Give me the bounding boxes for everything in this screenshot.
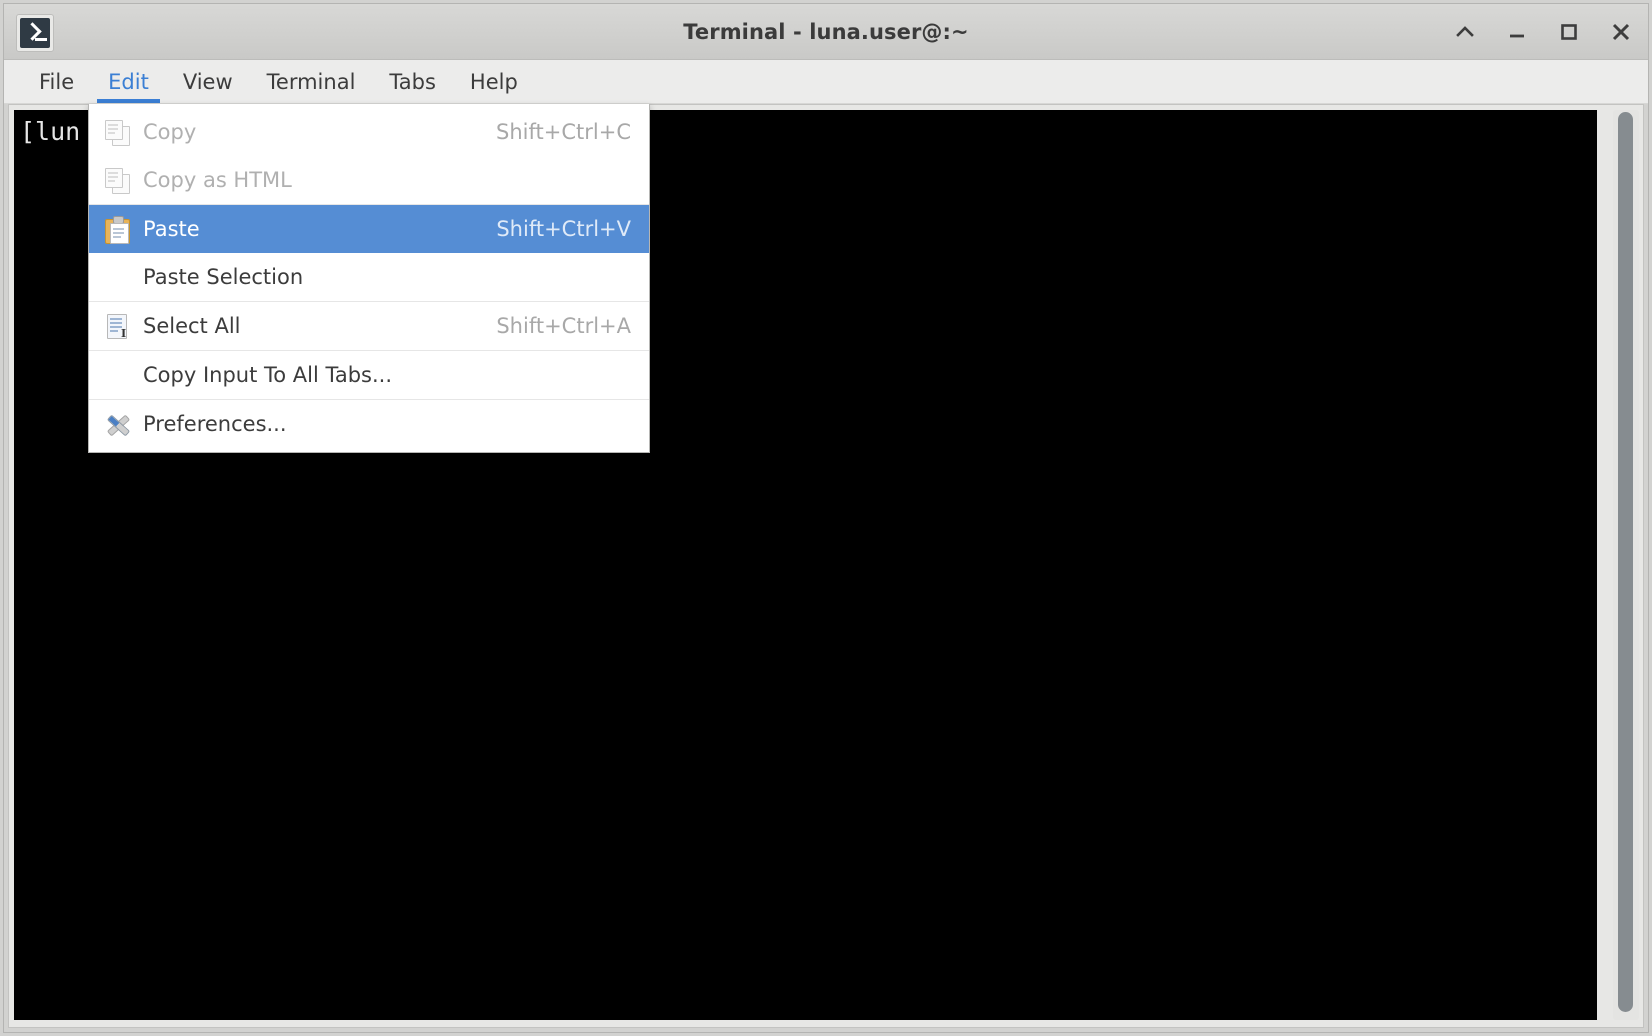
menu-item-label: Copy <box>143 120 197 144</box>
menu-item-copy-input-to-all-tabs[interactable]: Copy Input To All Tabs... <box>89 351 649 399</box>
menu-item-accelerator: Shift+Ctrl+A <box>496 314 631 338</box>
close-button[interactable] <box>1608 19 1634 45</box>
menu-item-paste-selection[interactable]: Paste Selection <box>89 253 649 301</box>
copy-icon <box>103 166 131 194</box>
menubar-item-help[interactable]: Help <box>453 60 535 103</box>
menu-item-accelerator: Shift+Ctrl+V <box>496 217 631 241</box>
menu-item-label: Paste Selection <box>143 265 304 289</box>
terminal-window: Terminal - luna.user@:~ File Edit View T… <box>0 0 1652 1036</box>
maximize-button[interactable] <box>1556 19 1582 45</box>
edit-dropdown-menu: Copy Shift+Ctrl+C Copy as HTML Paste Shi… <box>88 104 650 453</box>
paste-icon <box>103 215 131 244</box>
menu-item-label: Copy as HTML <box>143 168 292 192</box>
menu-bar: File Edit View Terminal Tabs Help <box>4 60 1648 104</box>
menubar-item-edit[interactable]: Edit <box>91 60 166 103</box>
terminal-output-line: [lun <box>20 117 81 146</box>
no-icon-placeholder <box>103 263 131 291</box>
menubar-item-terminal[interactable]: Terminal <box>250 60 373 103</box>
menu-item-label: Copy Input To All Tabs... <box>143 363 393 387</box>
menu-item-paste[interactable]: Paste Shift+Ctrl+V <box>89 205 649 253</box>
preferences-icon <box>103 410 131 438</box>
minimize-button[interactable] <box>1504 19 1530 45</box>
menu-item-label: Preferences... <box>143 412 287 436</box>
menu-item-accelerator: Shift+Ctrl+C <box>496 120 631 144</box>
menubar-item-file[interactable]: File <box>22 60 91 103</box>
window-controls <box>1452 4 1634 60</box>
menu-item-preferences[interactable]: Preferences... <box>89 400 649 448</box>
copy-icon <box>103 118 131 146</box>
shade-button[interactable] <box>1452 19 1478 45</box>
menubar-item-view[interactable]: View <box>166 60 250 103</box>
menu-item-select-all[interactable]: I Select All Shift+Ctrl+A <box>89 302 649 350</box>
menu-item-copy-as-html[interactable]: Copy as HTML <box>89 156 649 204</box>
title-bar[interactable]: Terminal - luna.user@:~ <box>4 4 1648 60</box>
window-title: Terminal - luna.user@:~ <box>683 20 969 44</box>
scrollbar-thumb[interactable] <box>1618 112 1633 1012</box>
menu-item-label: Paste <box>143 217 200 241</box>
no-icon-placeholder <box>103 361 131 389</box>
select-all-icon: I <box>103 312 131 340</box>
menu-item-label: Select All <box>143 314 241 338</box>
menu-item-copy[interactable]: Copy Shift+Ctrl+C <box>89 108 649 156</box>
menubar-item-tabs[interactable]: Tabs <box>372 60 453 103</box>
vertical-scrollbar[interactable] <box>1613 110 1639 1020</box>
